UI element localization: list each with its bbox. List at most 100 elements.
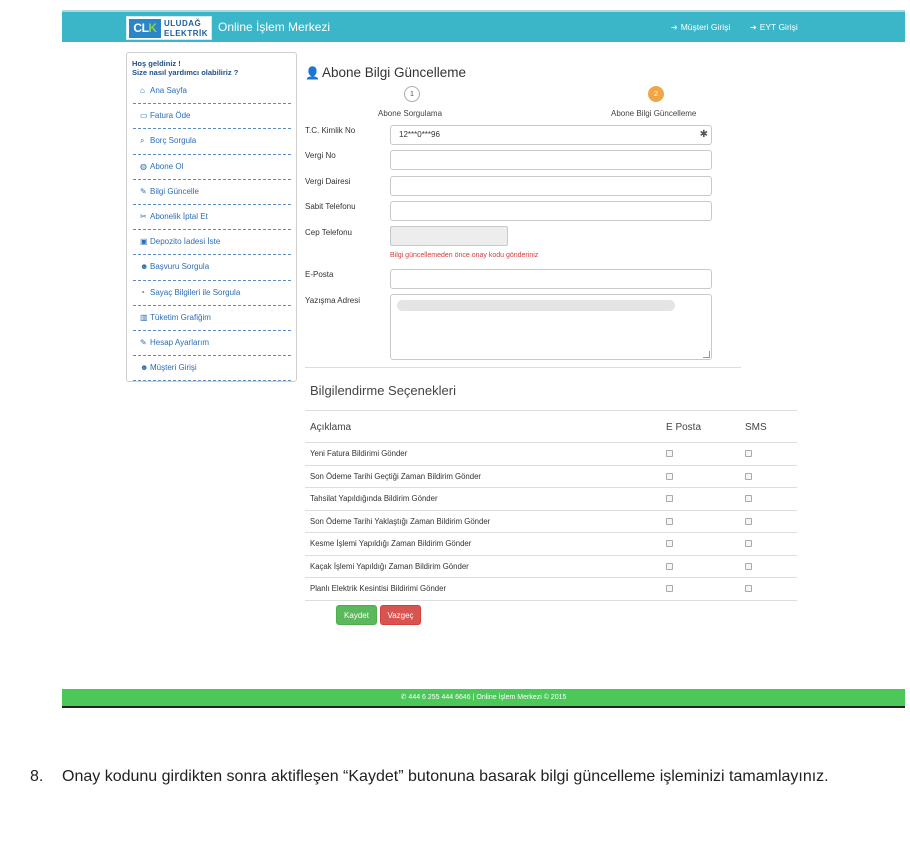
sidebar-item[interactable]: ▥ Tüketim Grafiğim — [133, 306, 291, 331]
customer-login-link[interactable]: ➔ Müşteri Girişi — [671, 22, 730, 32]
table-row: Planlı Elektrik Kesintisi Bildirimi Gönd… — [305, 578, 797, 601]
table-header: Açıklama E Posta SMS — [305, 410, 797, 443]
email-checkbox[interactable] — [666, 540, 673, 547]
money-icon: ▣ — [140, 237, 148, 247]
dashboard-icon: ◔ — [140, 287, 145, 297]
row-description: Son Ödeme Tarihi Yaklaştığı Zaman Bildir… — [310, 516, 491, 526]
sidebar-item-label: Abone Ol — [150, 161, 184, 171]
sidebar-item[interactable]: ▣ Depozito İadesi İste — [133, 230, 291, 256]
sidebar-item[interactable]: ✂ Abonelik İptal Et — [133, 205, 291, 231]
table-body: Yeni Fatura Bildirimi Gönder Son Ödeme Ta… — [305, 443, 797, 601]
instruction-text: Onay kodunu girdikten sonra aktifleşen “… — [62, 768, 829, 785]
sidebar: Hoş geldiniz ! Size nasıl yardımcı olabi… — [126, 52, 297, 382]
cep-warning: Bilgi güncellemeden önce onay kodu gönde… — [390, 252, 539, 259]
cancel-button[interactable]: Vazgeç — [380, 605, 421, 625]
redacted-address — [397, 300, 675, 311]
logo-mark: CLK — [129, 19, 161, 38]
sidebar-item[interactable]: ⌕ Borç Sorgula — [133, 129, 291, 155]
notifications-title: Bilgilendirme Seçenekleri — [310, 383, 456, 398]
site-title[interactable]: Online İşlem Merkezi — [218, 20, 330, 34]
users-icon: ☻ — [140, 363, 149, 373]
greeting-line2: Size nasıl yardımcı olabiliriz ? — [132, 68, 239, 77]
col-description: Açıklama — [310, 422, 352, 433]
row-description: Kaçak İşlemi Yapıldığı Zaman Bildirim Gö… — [310, 561, 469, 571]
eyt-login-link[interactable]: ➔ EYT Girişi — [750, 22, 798, 32]
globe-icon: ◍ — [140, 161, 147, 171]
eposta-label: E-Posta — [305, 270, 334, 279]
table-row: Kaçak İşlemi Yapıldığı Zaman Bildirim Gö… — [305, 556, 797, 578]
tc-field[interactable]: 12***0***96 ✱ — [390, 125, 712, 145]
sidebar-item-label: Ana Sayfa — [150, 86, 187, 95]
sidebar-item-label: Başvuru Sorgula — [150, 262, 210, 272]
sign-in-icon: ➔ — [671, 23, 678, 32]
adres-label: Yazışma Adresi — [305, 296, 360, 305]
tc-value: 12***0***96 — [399, 130, 440, 139]
sms-checkbox[interactable] — [745, 540, 752, 547]
page-title-text: Abone Bilgi Güncelleme — [321, 65, 467, 80]
sidebar-item-label: Depozito İadesi İste — [150, 237, 221, 247]
sms-checkbox[interactable] — [745, 517, 752, 525]
logo-line1: ULUDAĞ — [164, 19, 202, 28]
table-row: Yeni Fatura Bildirimi Gönder — [305, 443, 797, 466]
row-description: Son Ödeme Tarihi Geçtiği Zaman Bildirim … — [310, 471, 482, 481]
email-checkbox[interactable] — [666, 495, 673, 502]
eposta-field[interactable] — [390, 269, 712, 289]
edit-icon: ✎ — [140, 186, 147, 196]
customer-login-label: Müşteri Girişi — [680, 22, 731, 32]
row-description: Planlı Elektrik Kesintisi Bildirimi Gönd… — [310, 584, 447, 593]
sidebar-item[interactable]: ☻ Müşteri Girişi — [133, 356, 291, 382]
sidebar-item-label: Müşteri Girişi — [150, 363, 197, 373]
sms-checkbox[interactable] — [745, 472, 752, 480]
email-checkbox[interactable] — [666, 585, 673, 592]
sms-checkbox[interactable] — [745, 450, 752, 457]
sidebar-item[interactable]: ✎ Bilgi Güncelle — [133, 180, 291, 205]
email-checkbox[interactable] — [666, 450, 673, 457]
save-button[interactable]: Kaydet — [336, 605, 377, 625]
top-navbar: CLK ULUDAĞ ELEKTRİK Online İşlem Merkezi… — [62, 10, 905, 42]
sms-checkbox[interactable] — [745, 495, 752, 502]
sidebar-item[interactable]: ◍ Abone Ol — [133, 155, 291, 180]
sidebar-item[interactable]: ▭ Fatura Öde — [133, 104, 291, 130]
user-icon: 👤 — [305, 66, 320, 80]
sidebar-item-label: Bilgi Güncelle — [150, 186, 199, 196]
adres-textarea[interactable] — [390, 294, 712, 360]
sms-checkbox[interactable] — [745, 562, 752, 570]
col-sms: SMS — [745, 422, 767, 433]
home-icon: ⌂ — [140, 86, 145, 95]
credit-card-icon: ▭ — [140, 111, 148, 121]
notifications-table: Açıklama E Posta SMS Yeni Fatura Bildiri… — [305, 410, 797, 601]
sidebar-item-label: Borç Sorgula — [150, 136, 197, 146]
page-title: 👤 Abone Bilgi Güncelleme — [305, 65, 466, 80]
sidebar-item[interactable]: ✎ Hesap Ayarlarım — [133, 331, 291, 357]
vergi-dairesi-label: Vergi Dairesi — [305, 177, 351, 186]
sidebar-menu: ⌂ Ana Sayfa ▭ Fatura Öde ⌕ Borç Sorgula ◍ Abone… — [133, 79, 291, 382]
resize-handle[interactable] — [703, 351, 710, 358]
vergi-no-field[interactable] — [390, 150, 712, 170]
cep-tel-label: Cep Telefonu — [305, 228, 352, 237]
required-icon: ✱ — [699, 129, 708, 140]
row-description: Yeni Fatura Bildirimi Gönder — [310, 449, 408, 458]
sabit-tel-field[interactable] — [390, 201, 712, 221]
sidebar-item[interactable]: ☻ Başvuru Sorgula — [133, 255, 291, 281]
row-description: Kesme İşlemi Yapıldığı Zaman Bildirim Gö… — [310, 539, 472, 548]
divider — [305, 367, 741, 368]
table-row: Tahsilat Yapıldığında Bildirim Gönder — [305, 488, 797, 511]
table-row: Kesme İşlemi Yapıldığı Zaman Bildirim Gö… — [305, 533, 797, 556]
sign-in-icon: ➔ — [750, 23, 757, 32]
sidebar-item[interactable]: ⌂ Ana Sayfa — [133, 79, 291, 105]
email-checkbox[interactable] — [666, 517, 673, 525]
edit-icon: ✎ — [140, 337, 147, 347]
sidebar-item-label: Tüketim Grafiğim — [150, 312, 211, 322]
table-row: Son Ödeme Tarihi Yaklaştığı Zaman Bildir… — [305, 511, 797, 533]
vergi-dairesi-field[interactable] — [390, 176, 712, 196]
row-description: Tahsilat Yapıldığında Bildirim Gönder — [310, 494, 438, 503]
sidebar-item[interactable]: ◔ Sayaç Bilgileri ile Sorgula — [133, 281, 291, 306]
sidebar-item-label: Fatura Öde — [150, 111, 191, 121]
email-checkbox[interactable] — [666, 472, 673, 480]
email-checkbox[interactable] — [666, 562, 673, 570]
company-logo[interactable]: CLK ULUDAĞ ELEKTRİK — [126, 16, 212, 40]
sidebar-item-label: Sayaç Bilgileri ile Sorgula — [150, 287, 241, 297]
sidebar-item-label: Hesap Ayarlarım — [150, 337, 209, 347]
scissors-icon: ✂ — [140, 211, 147, 221]
sms-checkbox[interactable] — [745, 585, 752, 592]
